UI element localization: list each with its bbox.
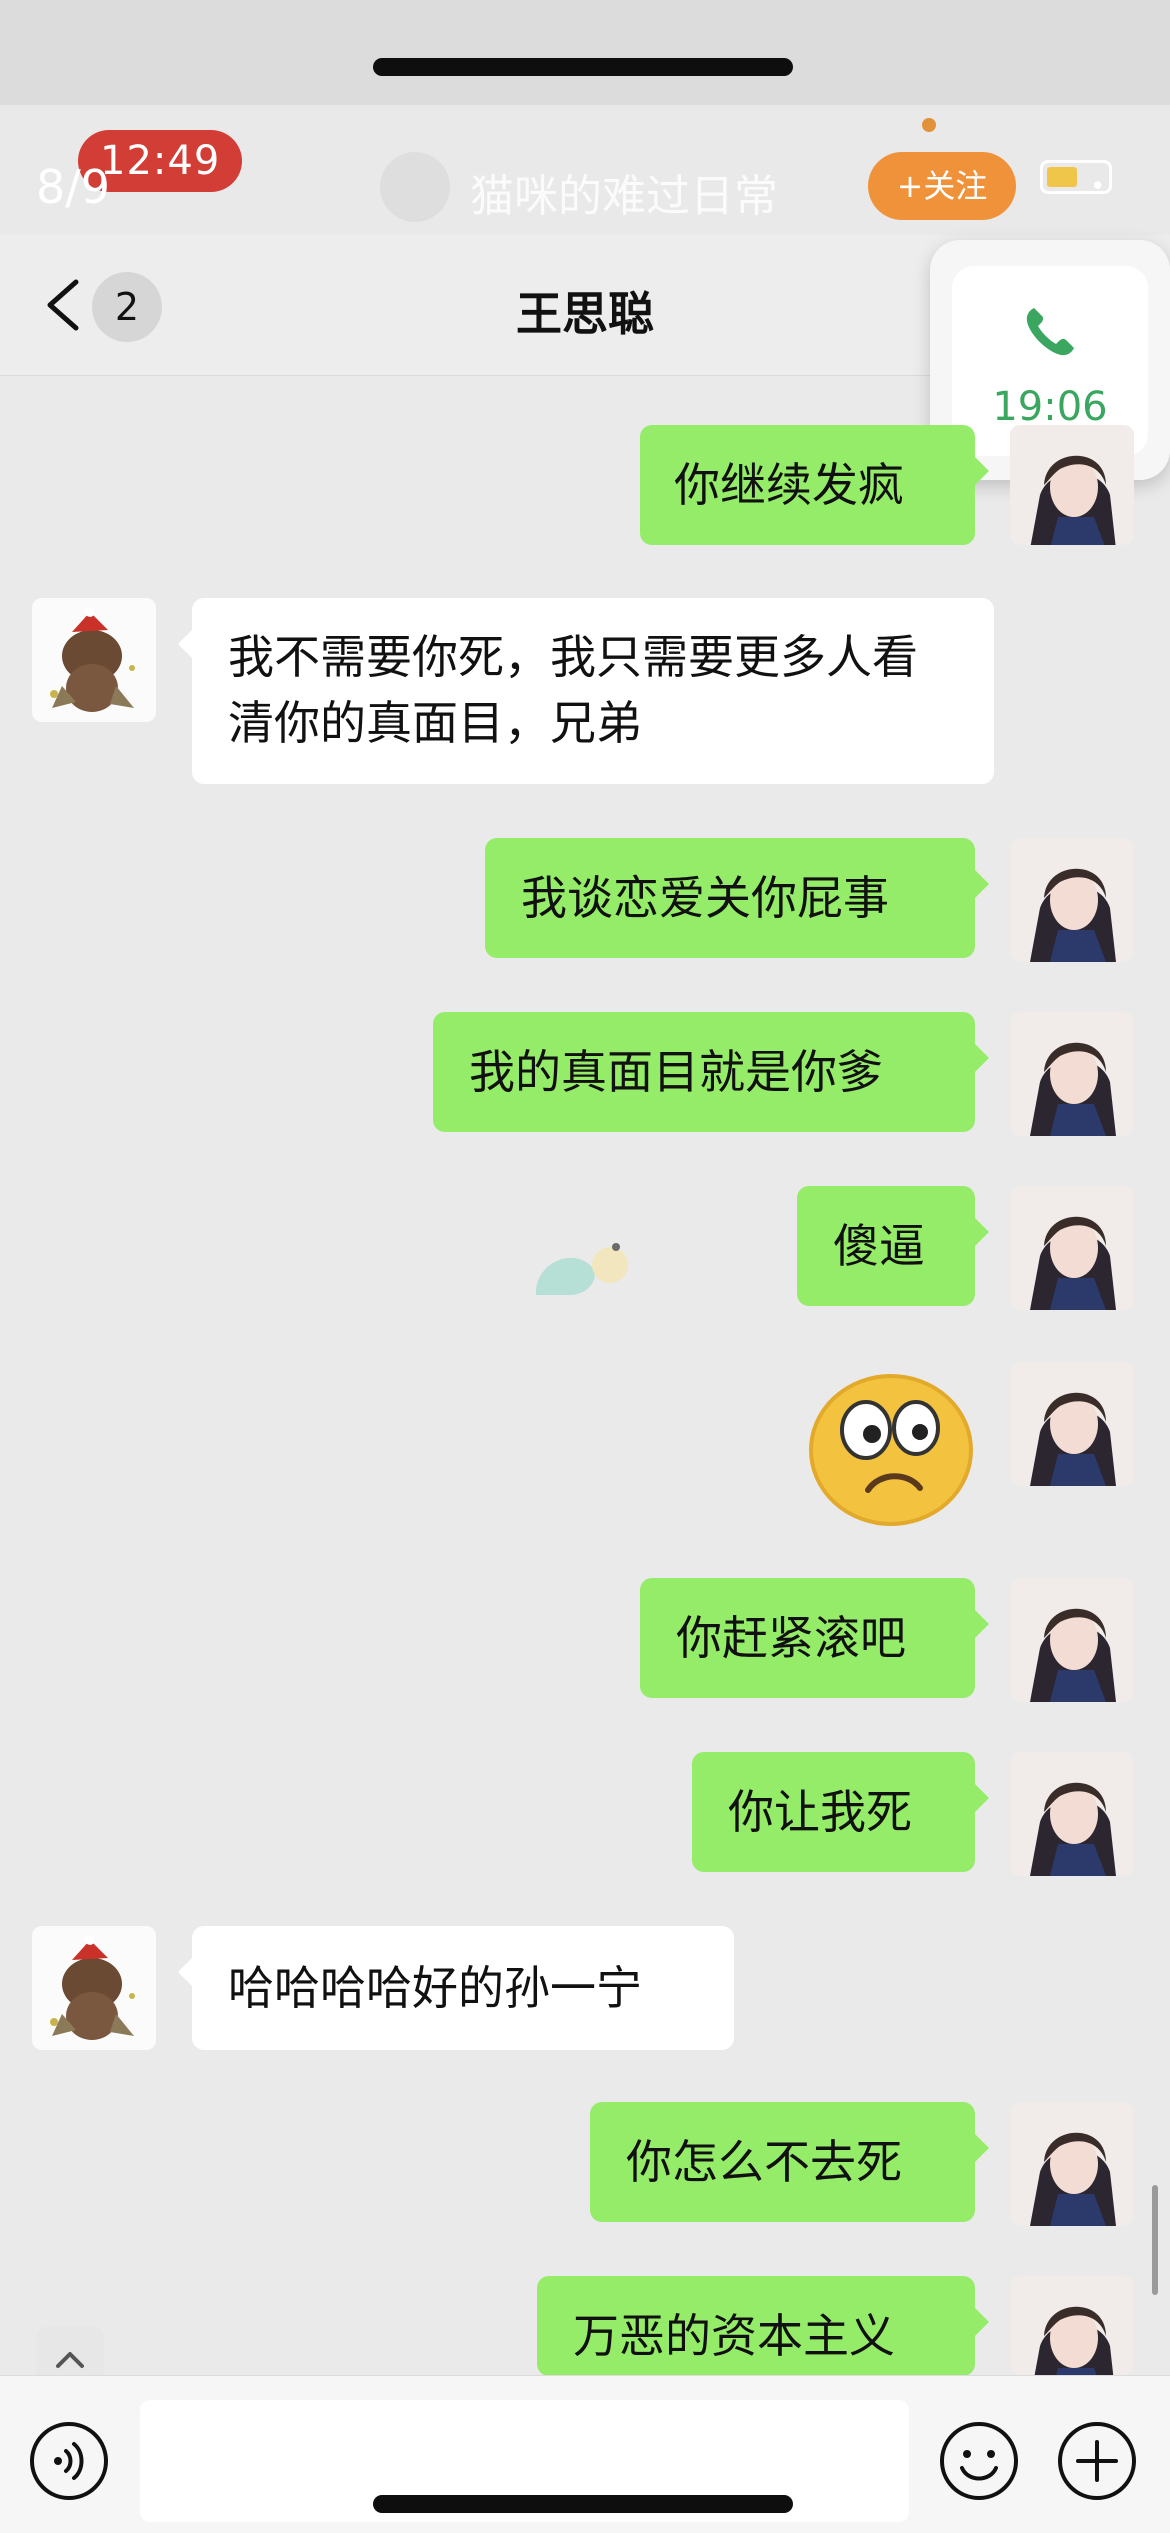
message-bubble-received[interactable]: 我不需要你死，我只需要更多人看清你的真面目，兄弟 bbox=[178, 598, 994, 784]
my-avatar[interactable] bbox=[1010, 425, 1134, 545]
message-bubble-sent[interactable]: 你怎么不去死 bbox=[590, 2102, 989, 2222]
my-avatar[interactable] bbox=[1010, 2102, 1134, 2226]
bear-avatar-image bbox=[32, 598, 156, 722]
message-bubble-sent[interactable]: 你继续发疯 bbox=[640, 425, 989, 545]
my-avatar[interactable] bbox=[1010, 838, 1134, 962]
phone-icon bbox=[1026, 308, 1074, 356]
message-bubble-sent[interactable]: 你让我死 bbox=[692, 1752, 989, 1872]
girl-avatar-image bbox=[1010, 1578, 1134, 1702]
my-avatar[interactable] bbox=[1010, 1752, 1134, 1876]
contact-avatar[interactable] bbox=[32, 1926, 156, 2050]
my-avatar[interactable] bbox=[1010, 1012, 1134, 1136]
girl-avatar-image bbox=[1010, 1752, 1134, 1876]
account-avatar[interactable] bbox=[380, 152, 450, 222]
more-dots-icon[interactable]: • bbox=[1090, 172, 1105, 202]
contact-avatar[interactable] bbox=[32, 598, 156, 722]
message-bubble-sent[interactable]: 我的真面目就是你爹 bbox=[433, 1012, 989, 1132]
message-bubble-sent[interactable]: 万恶的资本主义 bbox=[537, 2276, 989, 2376]
dynamic-island bbox=[373, 58, 793, 76]
worried-face-emoji[interactable] bbox=[808, 1368, 974, 1526]
girl-avatar-image bbox=[1010, 2276, 1134, 2375]
message-bubble-sent[interactable]: 傻逼 bbox=[797, 1186, 989, 1306]
follow-button[interactable]: +关注 bbox=[868, 152, 1016, 220]
bear-avatar-image bbox=[32, 1926, 156, 2050]
message-bubble-sent[interactable]: 你赶紧滚吧 bbox=[640, 1578, 989, 1698]
my-avatar[interactable] bbox=[1010, 1362, 1134, 1486]
home-indicator bbox=[373, 2495, 793, 2513]
girl-avatar-image bbox=[1010, 425, 1134, 545]
my-avatar[interactable] bbox=[1010, 1186, 1134, 1310]
girl-avatar-image bbox=[1010, 1362, 1134, 1486]
girl-avatar-image bbox=[1010, 1012, 1134, 1136]
watermark-snail-icon bbox=[535, 1243, 628, 1295]
call-duration: 19:06 bbox=[992, 384, 1108, 430]
girl-avatar-image bbox=[1010, 1186, 1134, 1310]
top-status-strip bbox=[0, 0, 1170, 105]
smile-icon[interactable] bbox=[938, 2420, 1020, 2502]
girl-avatar-image bbox=[1010, 2102, 1134, 2226]
notification-dot bbox=[922, 118, 936, 132]
girl-avatar-image bbox=[1010, 838, 1134, 962]
my-avatar[interactable] bbox=[1010, 1578, 1134, 1702]
scrollbar[interactable] bbox=[1152, 2185, 1158, 2295]
message-bubble-sent[interactable]: 我谈恋爱关你屁事 bbox=[485, 838, 989, 958]
account-name[interactable]: 猫咪的难过日常 bbox=[470, 160, 778, 224]
message-bubble-received[interactable]: 哈哈哈哈好的孙一宁 bbox=[178, 1926, 734, 2050]
voice-icon[interactable] bbox=[28, 2420, 110, 2502]
my-avatar[interactable] bbox=[1010, 2276, 1134, 2375]
plus-icon[interactable] bbox=[1056, 2420, 1138, 2502]
page-counter: 8/9 bbox=[36, 160, 111, 214]
